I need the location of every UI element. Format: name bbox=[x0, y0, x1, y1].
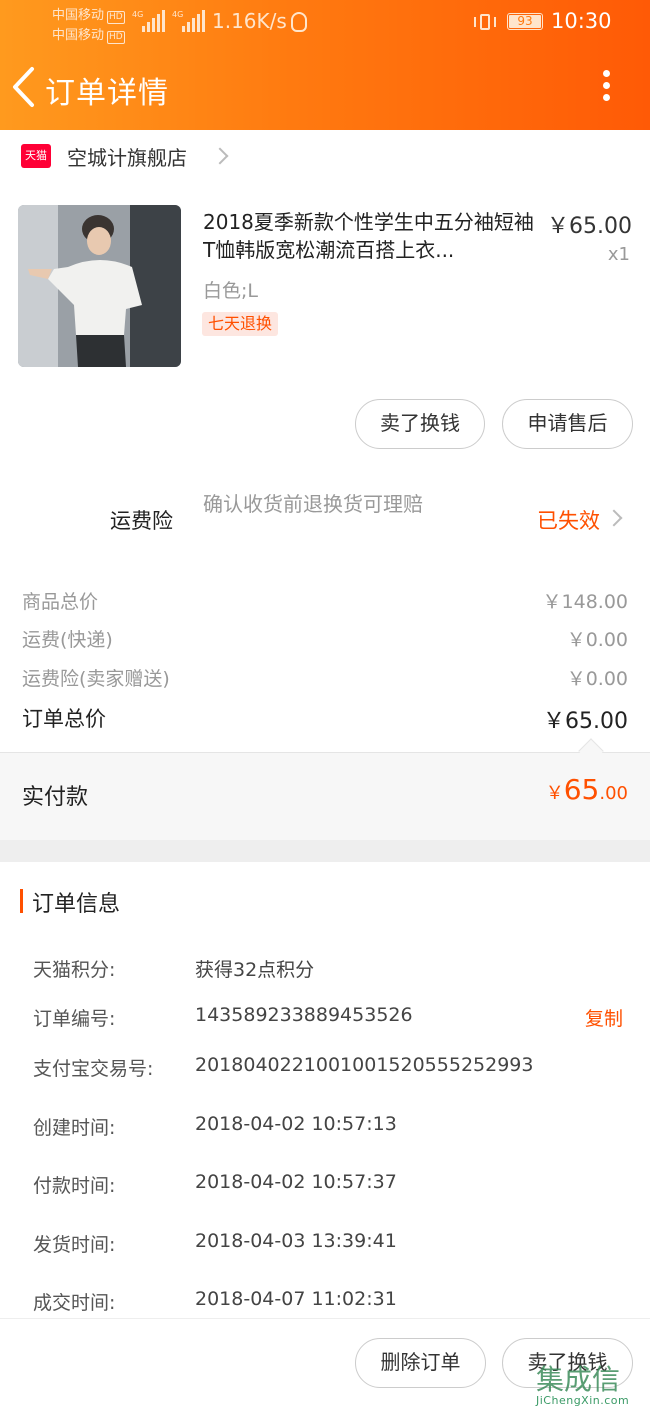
info-key: 付款时间: bbox=[33, 1175, 116, 1197]
tmall-badge: 天猫 bbox=[21, 144, 51, 168]
shop-row[interactable]: 天猫 空城计旗舰店 bbox=[0, 130, 650, 182]
return-policy-badge: 七天退换 bbox=[202, 312, 279, 336]
aftersale-button[interactable]: 申请售后 bbox=[502, 399, 633, 449]
qq-icon bbox=[291, 12, 307, 32]
signal-icon bbox=[142, 8, 165, 32]
sell-button[interactable]: 卖了换钱 bbox=[355, 399, 485, 449]
cost-label: 商品总价 bbox=[22, 591, 99, 613]
info-key: 成交时间: bbox=[33, 1292, 116, 1314]
product-price: ￥65.00 bbox=[547, 214, 632, 239]
insurance-status: 已失效 bbox=[537, 509, 600, 533]
battery-level: 93 bbox=[509, 15, 541, 28]
info-key: 天猫积分: bbox=[33, 959, 116, 981]
info-key: 订单编号: bbox=[33, 1008, 116, 1030]
insurance-label: 运费险 bbox=[110, 509, 173, 533]
watermark-url: JiChengXin.com bbox=[536, 1394, 630, 1407]
product-quantity: x1 bbox=[607, 244, 630, 265]
carrier-label-1: 中国移动 HD bbox=[52, 8, 125, 24]
info-value: 2018-04-07 11:02:31 bbox=[195, 1288, 397, 1310]
paid-amount-row: 实付款 ￥65.00 bbox=[0, 752, 650, 840]
section-accent-bar bbox=[20, 889, 23, 913]
more-button[interactable] bbox=[595, 70, 617, 106]
app-header: 中国移动 HD 中国移动 HD 4G 4G 1.16K/s 93 10:30 订单详… bbox=[0, 0, 650, 130]
paid-amount: ￥65.00 bbox=[545, 773, 628, 806]
cost-value: ￥148.00 bbox=[542, 591, 628, 613]
vibrate-icon bbox=[474, 11, 496, 31]
info-key: 创建时间: bbox=[33, 1117, 116, 1139]
cost-row-shipping: 运费(快递) ￥0.00 bbox=[22, 625, 628, 652]
shop-name[interactable]: 空城计旗舰店 bbox=[67, 142, 187, 171]
section-divider bbox=[0, 840, 650, 862]
info-key: 支付宝交易号: bbox=[33, 1058, 154, 1080]
cost-value: ￥0.00 bbox=[566, 668, 628, 690]
paid-label: 实付款 bbox=[22, 785, 89, 810]
order-total-value: ￥65.00 bbox=[543, 709, 628, 734]
watermark: 集成信 JiChengXin.com bbox=[534, 1358, 650, 1408]
order-info-title: 订单信息 bbox=[32, 892, 121, 917]
page-title: 订单详情 bbox=[45, 76, 169, 111]
more-vertical-icon bbox=[602, 70, 610, 77]
delete-order-button[interactable]: 删除订单 bbox=[355, 1338, 486, 1388]
insurance-description: 确认收货前退换货可理赔 bbox=[203, 492, 423, 516]
order-total-row: 订单总价 ￥65.00 bbox=[22, 703, 628, 734]
info-value: 143589233889453526 bbox=[195, 1004, 413, 1026]
chevron-left-icon bbox=[13, 67, 34, 107]
carrier-label-2: 中国移动 HD bbox=[52, 28, 125, 44]
order-total-label: 订单总价 bbox=[22, 707, 106, 731]
back-button[interactable] bbox=[10, 66, 38, 108]
net-speed: 1.16K/s bbox=[212, 9, 287, 33]
info-value: 2018-04-02 10:57:37 bbox=[195, 1171, 397, 1193]
signal-icon-2 bbox=[182, 8, 205, 32]
info-value: 2018-04-03 13:39:41 bbox=[195, 1230, 397, 1252]
product-title[interactable]: 2018夏季新款个性学生中五分袖短袖T恤韩版宽松潮流百搭上衣... bbox=[203, 208, 543, 264]
chevron-right-icon bbox=[211, 147, 229, 165]
info-value: 2018-04-02 10:57:13 bbox=[195, 1113, 397, 1135]
copy-button[interactable]: 复制 bbox=[585, 1004, 623, 1031]
cost-label: 运费险(卖家赠送) bbox=[22, 668, 170, 690]
battery-icon: 93 bbox=[507, 13, 543, 30]
clock: 10:30 bbox=[551, 9, 612, 33]
info-key: 发货时间: bbox=[33, 1234, 116, 1256]
cost-row-insurance: 运费险(卖家赠送) ￥0.00 bbox=[22, 664, 628, 691]
info-value: 获得32点积分 bbox=[195, 959, 315, 981]
product-image[interactable] bbox=[18, 205, 181, 367]
info-value: 2018040221001001520555252993 bbox=[195, 1054, 534, 1076]
product-photo bbox=[18, 205, 181, 367]
product-sku: 白色;L bbox=[203, 280, 258, 302]
status-bar: 中国移动 HD 中国移动 HD 4G 4G 1.16K/s 93 10:30 bbox=[0, 0, 650, 44]
cost-label: 运费(快递) bbox=[22, 629, 113, 651]
chevron-right-icon bbox=[605, 509, 623, 527]
cost-value: ￥0.00 bbox=[566, 629, 628, 651]
cost-row-goods: 商品总价 ￥148.00 bbox=[22, 587, 628, 614]
watermark-text: 集成信 bbox=[536, 1363, 621, 1396]
